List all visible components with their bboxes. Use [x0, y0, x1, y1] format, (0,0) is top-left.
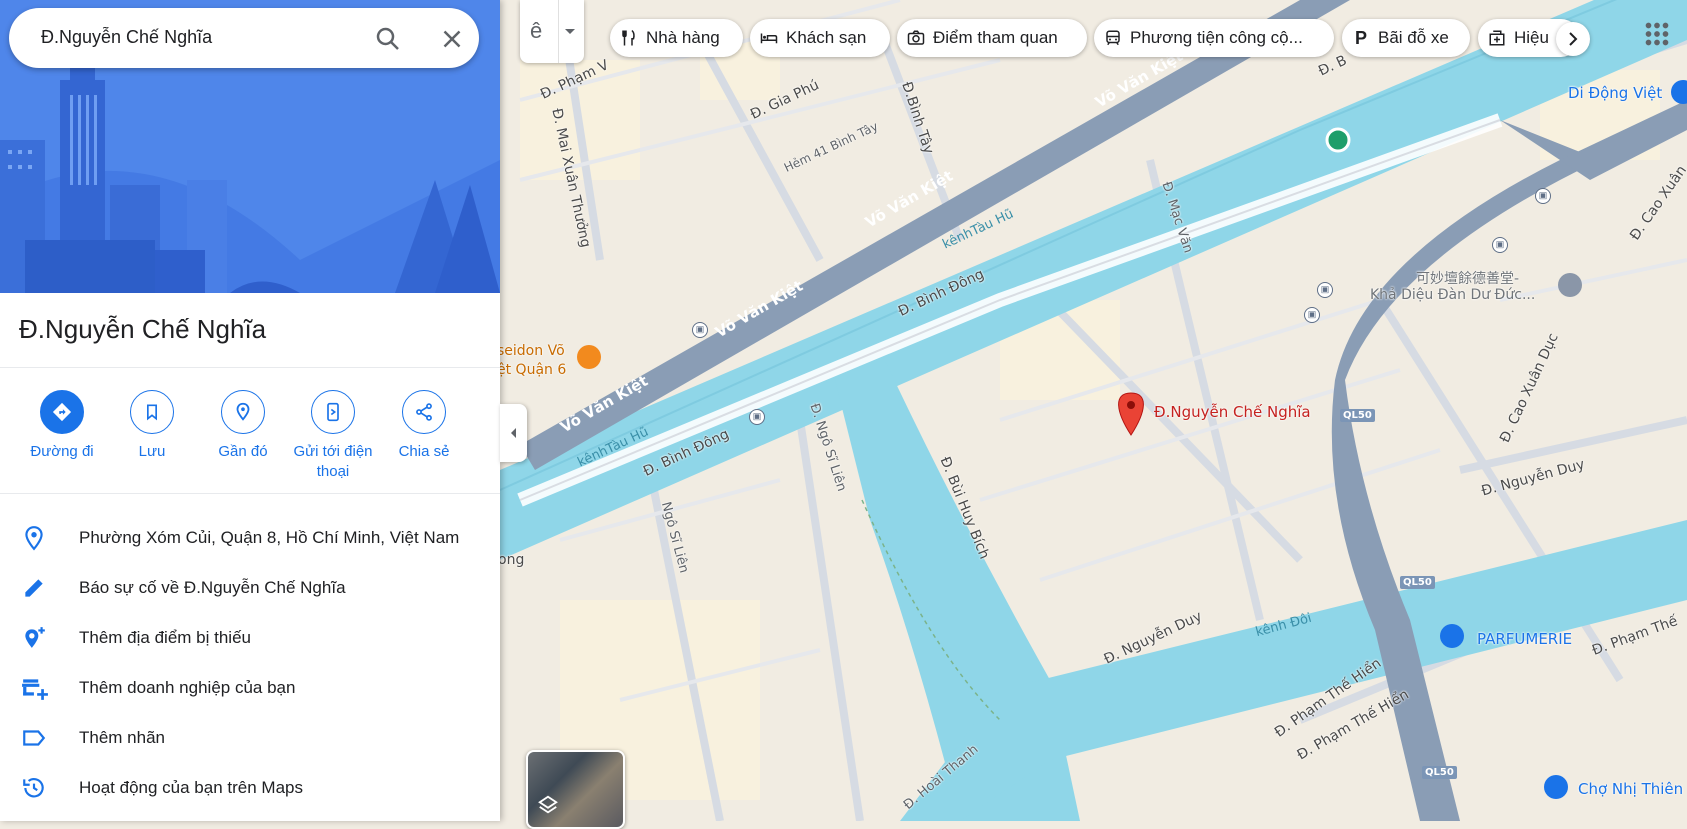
chip-hotels[interactable]: Khách sạn [750, 19, 890, 57]
highway-shield-ql50-2: QL50 [1400, 576, 1435, 589]
bus-stop-icon[interactable]: ▣ [1304, 307, 1320, 323]
map-pin-label[interactable]: Đ.Nguyễn Chế Nghĩa [1154, 403, 1311, 421]
poi-parfumerie[interactable]: PARFUMERIE [1477, 630, 1572, 648]
maps-activity-row[interactable]: Hoạt động của bạn trên Maps [0, 763, 500, 813]
chip-hotels-label: Khách sạn [786, 28, 867, 47]
divider [0, 493, 500, 494]
poi-temple-chinese[interactable]: 可妙壇餘德善堂- [1416, 268, 1519, 288]
report-problem-text: Báo sự cố về Đ.Nguyễn Chế Nghĩa [79, 578, 346, 597]
road-label-ong: ong [498, 552, 525, 568]
bus-stop-icon[interactable]: ▣ [1317, 282, 1333, 298]
camera-icon [907, 30, 925, 45]
add-business-text: Thêm doanh nghiệp của bạn [79, 678, 296, 697]
add-missing-place-text: Thêm địa điểm bị thiếu [79, 628, 251, 647]
pencil-icon [21, 575, 47, 601]
input-tools-button[interactable]: ê [520, 0, 584, 63]
add-label-row[interactable]: Thêm nhãn [0, 713, 500, 763]
chip-attractions[interactable]: Điểm tham quan [897, 19, 1087, 57]
chips-next-button[interactable] [1556, 22, 1590, 56]
search-icon[interactable] [373, 24, 403, 54]
nearby-button[interactable]: Gần đó [193, 390, 293, 462]
chevron-right-icon [1569, 32, 1578, 46]
chip-restaurants[interactable]: Nhà hàng [610, 19, 743, 57]
share-button[interactable]: Chia sẻ [374, 390, 474, 462]
label-icon [21, 725, 47, 751]
directions-label: Đường đi [30, 443, 94, 460]
bookmark-icon [130, 390, 174, 434]
save-button[interactable]: Lưu [102, 390, 202, 462]
place-title: Đ.Nguyễn Chế Nghĩa [19, 314, 267, 344]
maps-activity-text: Hoạt động của bạn trên Maps [79, 778, 303, 797]
location-pin-icon [21, 525, 47, 551]
parking-icon: P [1354, 28, 1367, 48]
highway-shield-ql50-3: QL50 [1422, 766, 1457, 779]
directions-icon [40, 390, 84, 434]
send-to-phone-icon [311, 390, 355, 434]
poi-poseidon-line2[interactable]: ệt Quận 6 [497, 362, 566, 378]
pharmacy-icon [1489, 30, 1505, 46]
input-tools-glyph: ê [530, 18, 543, 43]
add-missing-place-row[interactable]: Thêm địa điểm bị thiếu [0, 613, 500, 663]
hotel-icon [760, 33, 778, 44]
bus-stop-icon[interactable]: ▣ [749, 409, 765, 425]
add-business-icon [21, 675, 48, 701]
nearby-label: Gần đó [218, 443, 268, 460]
google-apps-icon[interactable] [1640, 17, 1674, 51]
address-row[interactable]: Phường Xóm Củi, Quận 8, Hồ Chí Minh, Việ… [0, 513, 500, 563]
chip-attractions-label: Điểm tham quan [933, 28, 1058, 47]
bus-stop-icon[interactable]: ▣ [1535, 188, 1551, 204]
close-icon[interactable] [437, 24, 467, 54]
history-icon [21, 775, 47, 801]
share-label: Chia sẻ [398, 443, 450, 460]
chip-pharmacy-label: Hiệu [1514, 28, 1549, 47]
add-label-text: Thêm nhãn [79, 728, 165, 747]
chip-parking-label: Bãi đỗ xe [1378, 28, 1449, 47]
send-to-phone-button[interactable]: Gửi tới điện thoại [283, 390, 383, 482]
chip-transit-label: Phương tiện công cộ... [1130, 28, 1303, 47]
layers-toggle-button[interactable] [526, 750, 625, 829]
chip-parking[interactable]: P Bãi đỗ xe [1342, 19, 1470, 57]
nearby-icon [221, 390, 265, 434]
add-business-row[interactable]: Thêm doanh nghiệp của bạn [0, 663, 500, 713]
highway-shield-ql50: QL50 [1340, 409, 1375, 422]
chip-transit[interactable]: Phương tiện công cộ... [1094, 19, 1334, 57]
poi-di-dong-viet[interactable]: Di Động Việt [1568, 84, 1662, 102]
bus-stop-icon[interactable]: ▣ [692, 322, 708, 338]
bus-stop-icon[interactable]: ▣ [1492, 237, 1508, 253]
report-problem-row[interactable]: Báo sự cố về Đ.Nguyễn Chế Nghĩa [0, 563, 500, 613]
save-label: Lưu [138, 443, 166, 460]
search-box[interactable] [9, 8, 479, 68]
collapse-panel-button[interactable] [500, 404, 527, 462]
poi-poseidon-line1[interactable]: seidon Võ [497, 343, 565, 359]
send-to-phone-label: Gửi tới điện thoại [293, 443, 373, 480]
layers-icon [538, 795, 558, 814]
chip-restaurants-label: Nhà hàng [646, 28, 720, 47]
address-text: Phường Xóm Củi, Quận 8, Hồ Chí Minh, Việ… [79, 528, 460, 547]
search-input[interactable] [39, 26, 343, 49]
poi-temple-vietnamese[interactable]: Khả Diệu Đàn Dư Đức... [1370, 287, 1535, 303]
transit-icon [1106, 30, 1120, 46]
add-place-icon [21, 625, 47, 651]
share-icon [402, 390, 446, 434]
divider [0, 367, 500, 368]
place-side-panel: Đ.Nguyễn Chế Nghĩa Đường đi Lưu Gần đó G… [0, 0, 500, 821]
chevron-down-icon[interactable] [564, 28, 576, 36]
restaurant-icon [622, 29, 635, 46]
poi-cho-nhi-thien[interactable]: Chợ Nhị Thiên [1578, 780, 1683, 798]
directions-button[interactable]: Đường đi [12, 390, 112, 462]
